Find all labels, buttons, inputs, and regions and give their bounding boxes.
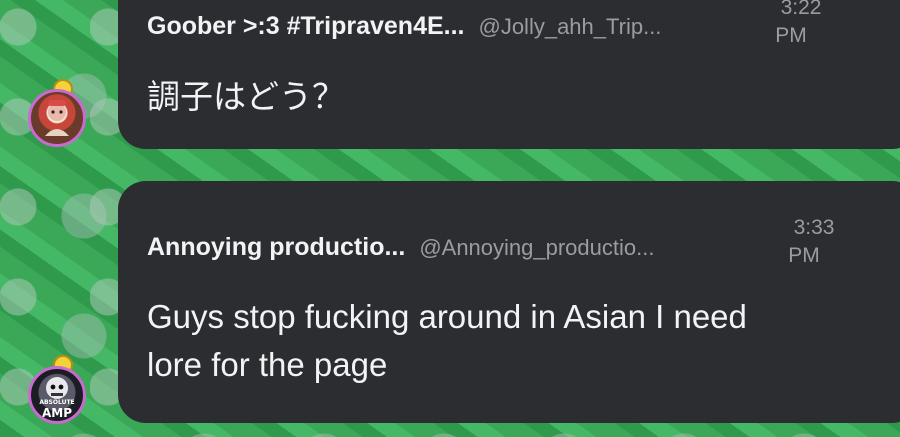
timestamp: 3:33 PM [774,214,854,270]
avatar-label: AMP [41,406,73,420]
author-handle[interactable]: @Jolly_ahh_Trip... [478,14,661,40]
avatar-label: ABSOLUTE [39,399,75,406]
message-text: 調子はどう？ [147,78,345,115]
author-name[interactable]: Goober >:3 #Tripraven4E... [147,12,464,41]
message-header: Annoying productio... @Annoying_producti… [147,233,654,262]
message-bubble[interactable]: Annoying productio... @Annoying_producti… [118,181,900,423]
author-name[interactable]: Annoying productio... [147,233,405,262]
author-handle[interactable]: @Annoying_productio... [419,235,654,261]
timestamp-period: PM [775,24,807,47]
message-header: Goober >:3 #Tripraven4E... @Jolly_ahh_Tr… [147,12,661,41]
timestamp-period: PM [788,244,820,267]
avatar[interactable] [28,89,86,147]
timestamp-time: 3:33 [793,216,835,239]
timestamp: 3:22 PM [761,0,841,50]
avatar[interactable]: ABSOLUTE AMP [28,366,86,424]
message-bubble[interactable]: Goober >:3 #Tripraven4E... @Jolly_ahh_Tr… [118,0,900,149]
timestamp-time: 3:22 [780,0,822,19]
message-text-line: Guys stop fucking around in Asian I need [147,298,747,335]
character-avatar-icon [45,100,69,136]
message-text-line: lore for the page [147,346,388,383]
message-text: Guys stop fucking around in Asian I need… [147,293,747,389]
